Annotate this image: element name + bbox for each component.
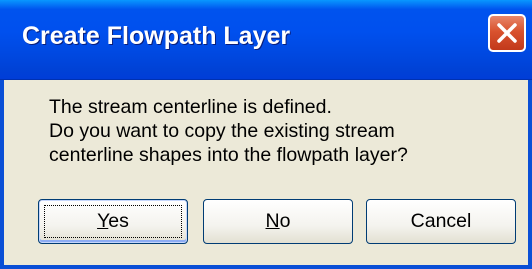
no-mnemonic: N — [265, 210, 280, 232]
title-bar[interactable]: Create Flowpath Layer — [0, 0, 532, 80]
message-line: centerline shapes into the flowpath laye… — [49, 144, 408, 166]
message-line: Do you want to copy the existing stream — [49, 120, 395, 142]
cancel-button[interactable]: Cancel — [366, 199, 516, 244]
close-icon — [497, 23, 517, 43]
no-label-rest: o — [279, 210, 291, 232]
yes-button[interactable]: Yes — [38, 199, 188, 244]
yes-mnemonic: Y — [97, 210, 109, 232]
window-title: Create Flowpath Layer — [22, 22, 291, 50]
no-button[interactable]: No — [203, 199, 353, 244]
cancel-label: Cancel — [410, 210, 472, 232]
yes-label-rest: es — [108, 210, 129, 232]
close-button[interactable] — [488, 14, 526, 52]
message-line: The stream centerline is defined. — [49, 96, 332, 118]
dialog-message: The stream centerline is defined. Do you… — [49, 95, 509, 167]
dialog-window: Create Flowpath Layer The stream centerl… — [0, 0, 532, 269]
